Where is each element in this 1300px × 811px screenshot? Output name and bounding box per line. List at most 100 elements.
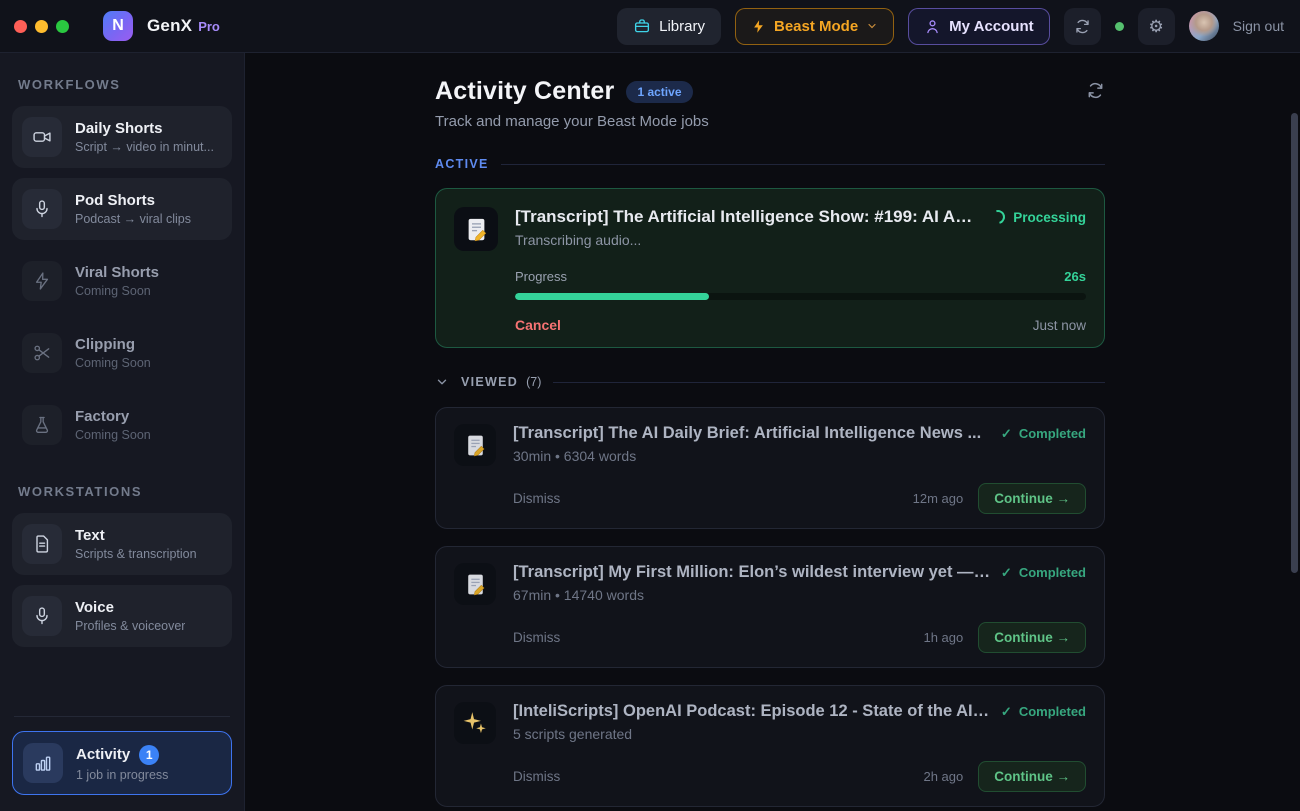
viewed-jobs-list: [Transcript] The AI Daily Brief: Artific… (435, 407, 1105, 811)
sidebar-divider (14, 716, 230, 717)
close-window-button[interactable] (14, 20, 27, 33)
completed-status: ✓ Completed (1001, 704, 1086, 720)
spinner-icon (989, 207, 1008, 226)
viewed-job-meta: 67min • 14740 words (513, 587, 1086, 603)
sidebar-item-factory: Factory Coming Soon (12, 394, 232, 456)
window-controls (14, 20, 69, 33)
viewed-job-timestamp: 12m ago (913, 491, 964, 506)
sidebar-item-subtitle: Podcast → viral clips (75, 212, 191, 226)
sidebar-item-subtitle: Scripts & transcription (75, 547, 197, 561)
sidebar-item-subtitle: Coming Soon (75, 428, 151, 442)
page-subtitle: Track and manage your Beast Mode jobs (435, 113, 1105, 130)
memo-icon (454, 424, 496, 466)
refresh-icon (1074, 18, 1091, 35)
my-account-button[interactable]: My Account (908, 8, 1049, 45)
sidebar-item-subtitle: 1 job in progress (76, 768, 168, 782)
active-count-badge: 1 active (626, 81, 692, 103)
user-avatar[interactable] (1189, 11, 1219, 41)
settings-button[interactable]: ⚙ (1138, 8, 1175, 45)
viewed-job-timestamp: 2h ago (923, 769, 963, 784)
sidebar-item-label: Daily Shorts (75, 120, 214, 137)
sidebar-item-daily-shorts[interactable]: Daily Shorts Script → video in minut... (12, 106, 232, 168)
completed-status-label: Completed (1019, 704, 1086, 719)
scissors-icon (22, 333, 62, 373)
cancel-job-button[interactable]: Cancel (515, 317, 561, 333)
processing-status-label: Processing (1013, 210, 1086, 225)
main-content: Activity Center 1 active Track and manag… (245, 53, 1300, 811)
collapse-viewed-chevron-icon[interactable] (435, 375, 449, 389)
viewed-job-title: [InteliScripts] OpenAI Podcast: Episode … (513, 702, 991, 721)
beast-mode-dropdown[interactable]: Beast Mode (735, 8, 894, 45)
sidebar-item-viral-shorts: Viral Shorts Coming Soon (12, 250, 232, 312)
sidebar-item-label: Text (75, 527, 197, 544)
beast-mode-label: Beast Mode (774, 18, 858, 35)
brand-tier-badge: Pro (198, 19, 220, 34)
brand-name: GenX (147, 16, 192, 36)
mic-icon (22, 189, 62, 229)
active-job-timestamp: Just now (1033, 318, 1086, 333)
dismiss-button[interactable]: Dismiss (513, 769, 560, 784)
check-icon: ✓ (1001, 565, 1012, 581)
elapsed-time: 26s (1064, 269, 1086, 284)
bolt-icon (751, 19, 766, 34)
active-job-title: [Transcript] The Artificial Intelligence… (515, 207, 981, 227)
sidebar-item-clipping: Clipping Coming Soon (12, 322, 232, 384)
sidebar-item-subtitle: Coming Soon (75, 284, 159, 298)
sidebar-item-subtitle: Profiles & voiceover (75, 619, 185, 633)
sidebar-item-label: Factory (75, 408, 151, 425)
sidebar-item-activity[interactable]: Activity 1 1 job in progress (12, 731, 232, 795)
dismiss-button[interactable]: Dismiss (513, 491, 560, 506)
continue-button[interactable]: Continue → (978, 761, 1086, 792)
sync-button[interactable] (1064, 8, 1101, 45)
video-icon (22, 117, 62, 157)
sidebar-item-subtitle: Coming Soon (75, 356, 151, 370)
sidebar-item-pod-shorts[interactable]: Pod Shorts Podcast → viral clips (12, 178, 232, 240)
completed-status: ✓ Completed (1001, 565, 1086, 581)
continue-button[interactable]: Continue → (978, 622, 1086, 653)
minimize-window-button[interactable] (35, 20, 48, 33)
viewed-job-card: [InteliScripts] OpenAI Podcast: Episode … (435, 685, 1105, 807)
processing-status: Processing (991, 210, 1086, 225)
memo-icon (454, 207, 498, 251)
continue-button[interactable]: Continue → (978, 483, 1086, 514)
memo-icon (454, 563, 496, 605)
my-account-label: My Account (949, 18, 1033, 35)
workstations-section-header: WORKSTATIONS (18, 484, 226, 499)
viewed-job-meta: 5 scripts generated (513, 726, 1086, 742)
viewed-job-card: [Transcript] The AI Daily Brief: Artific… (435, 407, 1105, 529)
library-label: Library (659, 18, 705, 35)
completed-status-label: Completed (1019, 426, 1086, 441)
sidebar-item-text[interactable]: Text Scripts & transcription (12, 513, 232, 575)
workflows-section-header: WORKFLOWS (18, 77, 226, 92)
sidebar-item-label: Activity (76, 746, 130, 763)
refresh-jobs-button[interactable] (1086, 77, 1105, 100)
completed-status-label: Completed (1019, 565, 1086, 580)
sidebar-item-voice[interactable]: Voice Profiles & voiceover (12, 585, 232, 647)
active-job-stage: Transcribing audio... (515, 232, 1086, 248)
viewed-job-title: [Transcript] The AI Daily Brief: Artific… (513, 424, 991, 443)
chevron-down-icon (866, 20, 878, 32)
library-icon (633, 17, 651, 35)
check-icon: ✓ (1001, 426, 1012, 442)
section-divider (553, 382, 1105, 383)
scrollbar-thumb[interactable] (1291, 113, 1298, 573)
sidebar-item-label: Viral Shorts (75, 264, 159, 281)
active-section-label: ACTIVE (435, 157, 489, 171)
brand: GenX Pro (147, 16, 220, 36)
activity-count-badge: 1 (139, 745, 159, 765)
page-title: Activity Center (435, 77, 614, 106)
sparkles-icon (454, 702, 496, 744)
sign-out-link[interactable]: Sign out (1233, 18, 1284, 34)
dismiss-button[interactable]: Dismiss (513, 630, 560, 645)
section-divider (501, 164, 1105, 165)
viewed-job-card: [Transcript] My First Million: Elon’s wi… (435, 546, 1105, 668)
sidebar-item-subtitle: Script → video in minut... (75, 140, 214, 154)
viewed-job-timestamp: 1h ago (923, 630, 963, 645)
logo-letter: N (112, 17, 124, 35)
bar-chart-icon (23, 743, 63, 783)
person-icon (924, 18, 941, 35)
zoom-window-button[interactable] (56, 20, 69, 33)
mic-icon (22, 596, 62, 636)
library-button[interactable]: Library (617, 8, 721, 45)
viewed-job-meta: 30min • 6304 words (513, 448, 1086, 464)
